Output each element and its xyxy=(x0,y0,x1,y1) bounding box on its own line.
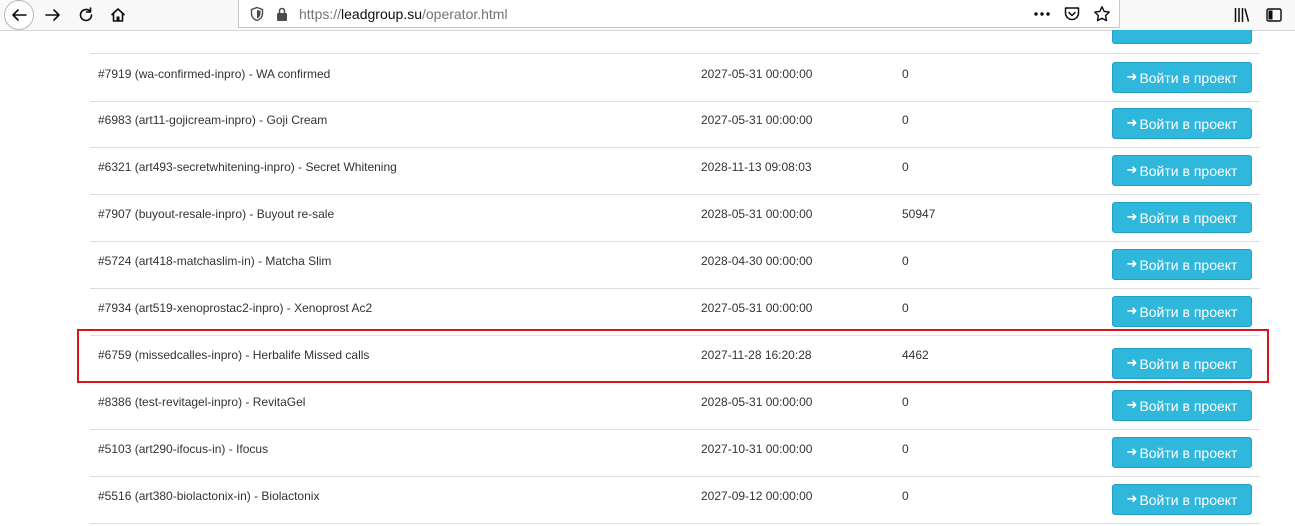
enter-project-button[interactable]: ➜ Войти в проект xyxy=(1112,249,1252,280)
url-scheme: https:// xyxy=(299,6,342,22)
project-name: #6759 (missedcalles-inpro) - Herbalife M… xyxy=(98,348,370,362)
project-name: #6321 (art493-secretwhitening-inpro) - S… xyxy=(98,160,397,174)
enter-project-label: Войти в проект xyxy=(1139,209,1238,226)
project-name: #7907 (buyout-resale-inpro) - Buyout re-… xyxy=(98,207,335,221)
lock-icon[interactable] xyxy=(275,6,289,22)
shield-icon[interactable] xyxy=(249,6,265,22)
enter-project-label: Войти в проект xyxy=(1139,303,1238,320)
project-count: 50947 xyxy=(902,207,936,221)
url-bar[interactable]: https://leadgroup.su/operator.html xyxy=(238,0,1120,28)
project-name: #8386 (test-revitagel-inpro) - RevitaGel xyxy=(98,395,306,409)
arrow-right-icon: ➜ xyxy=(1126,257,1138,272)
project-count: 0 xyxy=(902,254,909,268)
project-date: 2028-04-30 00:00:00 xyxy=(701,254,813,268)
enter-project-button[interactable]: ➜ Войти в проект xyxy=(1112,484,1252,515)
project-count: 0 xyxy=(902,301,909,315)
project-count: 0 xyxy=(902,67,909,81)
project-count: 0 xyxy=(902,489,909,503)
more-dots-icon[interactable] xyxy=(1033,5,1051,23)
project-name: #6983 (art11-gojicream-inpro) - Goji Cre… xyxy=(98,113,328,127)
enter-project-button[interactable]: ➜ Войти в проект xyxy=(1112,390,1252,421)
project-name: #7934 (art519-xenoprostac2-inpro) - Xeno… xyxy=(98,301,373,315)
table-row: #7934 (art519-xenoprostac2-inpro) - Xeno… xyxy=(90,288,1260,336)
enter-project-label: Войти в проект xyxy=(1139,69,1238,86)
table-row: #6983 (art11-gojicream-inpro) - Goji Cre… xyxy=(90,100,1260,148)
table-row: #7907 (buyout-resale-inpro) - Buyout re-… xyxy=(90,194,1260,242)
pocket-icon[interactable] xyxy=(1063,5,1081,23)
table-row: #6321 (art493-secretwhitening-inpro) - S… xyxy=(90,147,1260,195)
forward-arrow-icon[interactable] xyxy=(39,1,67,29)
arrow-right-icon: ➜ xyxy=(1126,210,1138,225)
project-date: 2027-10-31 00:00:00 xyxy=(701,442,813,456)
project-name: #5103 (art290-ifocus-in) - Ifocus xyxy=(98,442,269,456)
enter-project-button[interactable]: ➜ Войти в проект xyxy=(1112,108,1252,139)
project-date: 2027-05-31 00:00:00 xyxy=(701,67,813,81)
enter-project-label: Войти в проект xyxy=(1139,355,1238,372)
url-text[interactable]: https://leadgroup.su/operator.html xyxy=(299,6,508,22)
project-date: 2028-05-31 00:00:00 xyxy=(701,395,813,409)
back-arrow-icon[interactable] xyxy=(4,0,34,30)
arrow-right-icon: ➜ xyxy=(1126,492,1138,507)
table-row: #7919 (wa-confirmed-inpro) - WA confirme… xyxy=(90,53,1260,102)
table-row: #8386 (test-revitagel-inpro) - RevitaGel… xyxy=(90,382,1260,430)
enter-button-partial[interactable] xyxy=(1112,30,1252,44)
project-count: 0 xyxy=(902,442,909,456)
library-icon[interactable] xyxy=(1233,6,1251,24)
arrow-right-icon: ➜ xyxy=(1126,398,1138,413)
enter-project-button[interactable]: ➜ Войти в проект xyxy=(1112,62,1252,93)
reload-icon[interactable] xyxy=(72,1,100,29)
browser-toolbar: https://leadgroup.su/operator.html xyxy=(0,0,1295,31)
table-row: #5516 (art380-biolactonix-in) - Biolacto… xyxy=(90,476,1260,524)
enter-project-button[interactable]: ➜ Войти в проект xyxy=(1112,437,1252,468)
project-count: 0 xyxy=(902,160,909,174)
enter-project-label: Войти в проект xyxy=(1139,491,1238,508)
table-row: #6759 (missedcalles-inpro) - Herbalife M… xyxy=(90,335,1260,383)
project-date: 2027-09-12 00:00:00 xyxy=(701,489,813,503)
arrow-right-icon: ➜ xyxy=(1126,70,1138,85)
enter-project-button[interactable]: ➜ Войти в проект xyxy=(1112,202,1252,233)
arrow-right-icon: ➜ xyxy=(1126,116,1138,131)
table-row: #5103 (art290-ifocus-in) - Ifocus 2027-10… xyxy=(90,429,1260,477)
arrow-right-icon: ➜ xyxy=(1126,304,1138,319)
enter-project-label: Войти в проект xyxy=(1139,162,1238,179)
project-name: #5516 (art380-biolactonix-in) - Biolacto… xyxy=(98,489,320,503)
url-host: leadgroup.su xyxy=(341,6,422,22)
sidebar-icon[interactable] xyxy=(1265,6,1283,24)
project-count: 0 xyxy=(902,395,909,409)
enter-project-button[interactable]: ➜ Войти в проект xyxy=(1112,348,1252,379)
url-path: /operator.html xyxy=(421,6,508,22)
enter-project-label: Войти в проект xyxy=(1139,444,1238,461)
enter-project-label: Войти в проект xyxy=(1139,115,1238,132)
enter-project-button[interactable]: ➜ Войти в проект xyxy=(1112,296,1252,327)
project-date: 2028-05-31 00:00:00 xyxy=(701,207,813,221)
project-name: #5724 (art418-matchaslim-in) - Matcha Sl… xyxy=(98,254,332,268)
project-date: 2027-11-28 16:20:28 xyxy=(701,348,812,362)
arrow-right-icon: ➜ xyxy=(1126,356,1138,371)
project-date: 2027-05-31 00:00:00 xyxy=(701,301,813,315)
project-count: 4462 xyxy=(902,348,929,362)
enter-project-button[interactable]: ➜ Войти в проект xyxy=(1112,155,1252,186)
star-icon[interactable] xyxy=(1093,5,1111,23)
project-count: 0 xyxy=(902,113,909,127)
table-row: #5724 (art418-matchaslim-in) - Matcha Sl… xyxy=(90,241,1260,289)
enter-project-label: Войти в проект xyxy=(1139,397,1238,414)
project-name: #7919 (wa-confirmed-inpro) - WA confirme… xyxy=(98,67,331,81)
enter-project-label: Войти в проект xyxy=(1139,256,1238,273)
project-date: 2027-05-31 00:00:00 xyxy=(701,113,813,127)
arrow-right-icon: ➜ xyxy=(1126,445,1138,460)
arrow-right-icon: ➜ xyxy=(1126,163,1138,178)
home-icon[interactable] xyxy=(104,1,132,29)
project-date: 2028-11-13 09:08:03 xyxy=(701,160,812,174)
